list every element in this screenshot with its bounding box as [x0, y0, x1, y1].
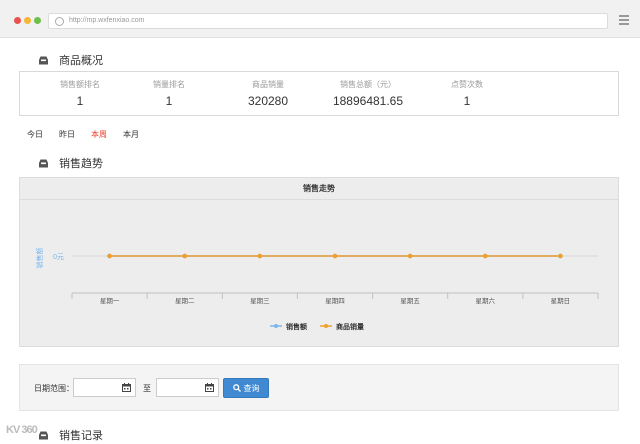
data-point: [558, 253, 563, 259]
data-point: [182, 253, 188, 259]
tab-yesterday[interactable]: 昨日: [59, 129, 75, 140]
stat-value: 1: [463, 94, 471, 108]
to-label: 至: [143, 384, 151, 393]
records-title: 销售记录: [59, 430, 103, 442]
trend-title: 销售趋势: [59, 158, 103, 170]
date-range-label: 日期范围：: [34, 384, 74, 393]
url-text[interactable]: http://mp.wxfenxiao.com: [69, 17, 144, 24]
search-icon: [232, 384, 241, 392]
stat-volume-rank: 销量排名 1: [119, 79, 219, 108]
sales-line-chart: 销售额 0元星期一 星期二 星期三 星期四 星期五 星期六 星期日销售额 商品销量: [35, 248, 599, 331]
period-tabs: 今日 昨日 本周 本月: [27, 129, 155, 140]
legend-label: 销售额: [285, 322, 307, 331]
legend-marker: [274, 324, 278, 328]
tray-icon: [39, 431, 48, 439]
tab-this-month[interactable]: 本月: [123, 129, 139, 140]
x-tick-label: 星期二: [175, 297, 195, 305]
tray-icon: [39, 159, 48, 167]
stat-value: 18896481.65: [332, 94, 404, 108]
data-point: [482, 253, 488, 259]
trend-heading: 销售趋势: [38, 155, 103, 171]
x-tick-label: 星期日: [551, 297, 571, 305]
overview-stats-panel: 销售额排名 1 销量排名 1 商品销量 320280 销售总额（元） 18896…: [19, 71, 619, 116]
y-axis-title: 销售额: [35, 248, 44, 269]
stat-label: 销售额排名: [60, 80, 100, 89]
data-point: [407, 253, 413, 259]
browser-toolbar: http://mp.wxfenxiao.com: [0, 0, 640, 38]
stat-likes: 点赞次数 1: [417, 79, 517, 108]
sales-chart-panel: 销售走势 销售额 0元 星期一 星期二 星期三 星期四 星期五 星期六 星期日 销售额 商品销量: [19, 177, 619, 347]
stat-value: 1: [76, 94, 84, 108]
data-point: [257, 253, 263, 259]
minimize-window-dot[interactable]: [24, 17, 31, 24]
stat-sales-rank: 销售额排名 1: [30, 79, 130, 108]
stat-label: 点赞次数: [451, 80, 483, 89]
start-date-input[interactable]: [73, 378, 136, 397]
tray-icon: [39, 56, 48, 64]
data-point: [107, 253, 112, 259]
calendar-icon[interactable]: [205, 383, 214, 392]
x-tick-label: 星期六: [476, 296, 496, 305]
address-bar[interactable]: http://mp.wxfenxiao.com: [48, 13, 608, 29]
stat-label: 销售总额（元）: [340, 80, 396, 89]
query-button[interactable]: 查询: [223, 378, 269, 398]
y-tick-label: 0元: [53, 253, 64, 261]
close-window-dot[interactable]: [14, 17, 21, 24]
tab-this-week[interactable]: 本周: [91, 129, 107, 140]
stat-product-sales: 商品销量 320280: [218, 79, 318, 108]
query-button-label: 查询: [243, 383, 260, 393]
overview-heading: 商品概况: [38, 52, 103, 68]
stat-value: 1: [165, 94, 173, 108]
overview-title: 商品概况: [59, 55, 103, 67]
stat-label: 销量排名: [153, 80, 185, 89]
records-heading: 销售记录: [38, 427, 103, 443]
tab-today[interactable]: 今日: [27, 129, 43, 140]
stat-value: 320280: [247, 94, 289, 108]
maximize-window-dot[interactable]: [34, 17, 41, 24]
calendar-icon[interactable]: [122, 383, 131, 392]
watermark-logo: KV 360: [6, 424, 38, 436]
stat-label: 商品销量: [252, 80, 284, 89]
data-point: [332, 253, 338, 259]
x-tick-label: 星期五: [400, 297, 420, 305]
globe-icon: [55, 17, 64, 26]
stat-total-sales: 销售总额（元） 18896481.65: [318, 79, 418, 108]
date-filter-bar: 日期范围： 至 查询: [19, 364, 619, 411]
x-tick-label: 星期一: [100, 297, 120, 305]
x-tick-label: 星期四: [325, 297, 345, 305]
end-date-input[interactable]: [156, 378, 219, 397]
hamburger-menu-icon[interactable]: [619, 15, 629, 25]
x-tick-label: 星期三: [250, 297, 270, 305]
legend-label: 商品销量: [336, 322, 364, 331]
legend-marker: [324, 324, 328, 328]
